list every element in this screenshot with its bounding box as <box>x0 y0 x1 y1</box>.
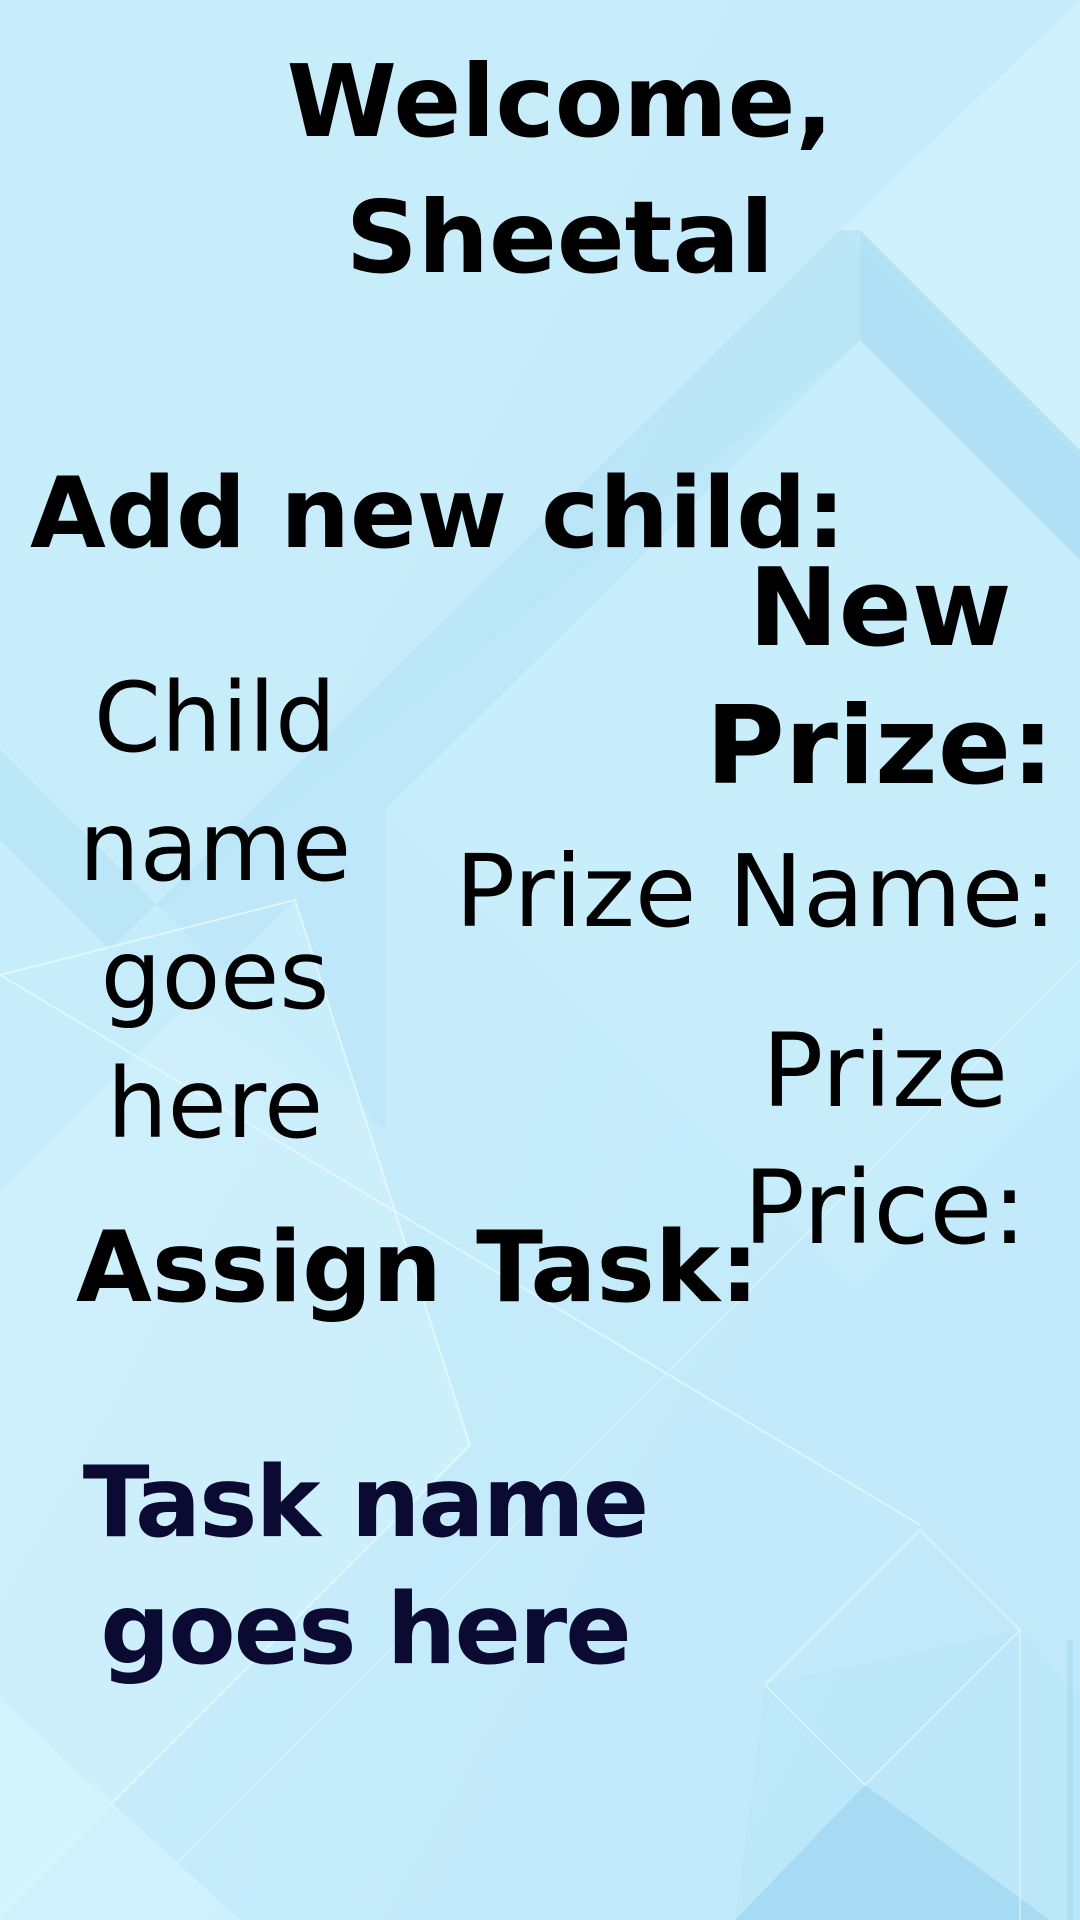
prize-price-label: Prize Price: <box>743 1012 1027 1268</box>
welcome-heading: Welcome, Sheetal <box>286 43 834 296</box>
add-child-heading: Add new child: <box>30 457 846 571</box>
child-name-field[interactable]: Child name goes here <box>30 654 400 1169</box>
assign-task-heading: Assign Task: <box>76 1211 760 1325</box>
task-name-field[interactable]: Task name goes here <box>80 1440 650 1695</box>
prize-name-label: Prize Name: <box>455 833 1057 950</box>
new-prize-heading: New Prize: <box>705 546 1055 810</box>
